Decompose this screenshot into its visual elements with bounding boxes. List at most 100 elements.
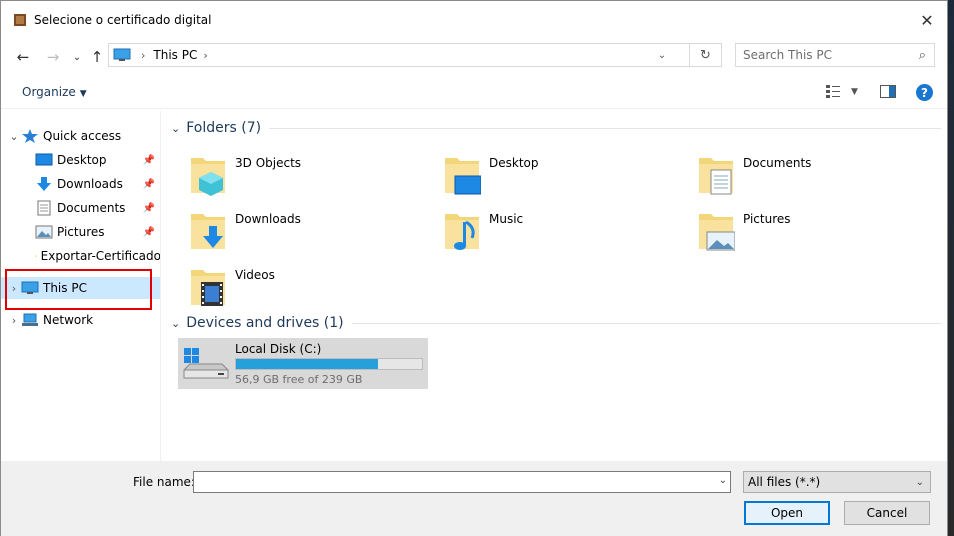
3d-objects-folder-icon — [191, 158, 225, 196]
pin-icon[interactable]: 📌 — [143, 203, 155, 214]
refresh-button[interactable]: ↻ — [689, 43, 721, 67]
folder-music[interactable]: Music — [417, 205, 657, 255]
drive-name: Local Disk (C:) — [235, 342, 322, 356]
desktop-folder-icon — [445, 158, 481, 195]
nav-item-label: Exportar-Certificado — [40, 249, 161, 263]
pin-icon[interactable]: 📌 — [143, 179, 155, 190]
network-icon — [22, 313, 38, 326]
pictures-folder-icon — [699, 214, 735, 251]
arrow-left-icon: ← — [16, 48, 30, 66]
videos-folder-icon — [191, 270, 225, 306]
search-placeholder: Search This PC — [743, 48, 832, 62]
nav-item-downloads[interactable]: Downloads 📌 — [1, 173, 160, 195]
folder-3d-objects[interactable]: 3D Objects — [163, 149, 403, 199]
downloads-folder-icon — [191, 214, 225, 249]
folder-desktop[interactable]: Desktop — [417, 149, 657, 199]
chevron-right-icon: › — [203, 48, 208, 62]
nav-network-label: Network — [43, 313, 94, 327]
music-folder-icon — [445, 214, 479, 250]
nav-item-label: Pictures — [57, 225, 105, 239]
folder-icon — [35, 255, 37, 257]
help-button[interactable]: ? — [916, 84, 933, 101]
view-options-button[interactable]: ▼ — [851, 87, 858, 97]
app-icon — [14, 14, 26, 26]
pin-icon[interactable]: 📌 — [143, 155, 155, 166]
back-button[interactable]: ← — [12, 46, 34, 68]
chevron-down-icon[interactable]: ⌄ — [719, 475, 727, 486]
folder-downloads[interactable]: Downloads — [163, 205, 403, 255]
arrow-right-icon: → — [46, 48, 60, 66]
chevron-expanded-icon: ⌄ — [171, 316, 181, 330]
help-icon: ? — [921, 85, 928, 100]
close-icon: ✕ — [920, 10, 934, 30]
folder-name: Music — [489, 212, 524, 226]
folders-group-header[interactable]: ⌄ Folders (7) — [171, 120, 941, 136]
folder-name: Videos — [235, 268, 275, 282]
chevron-right-icon: › — [141, 48, 146, 62]
nav-item-pictures[interactable]: Pictures 📌 — [1, 221, 160, 243]
drive-usage-bar — [235, 358, 423, 370]
close-button[interactable]: ✕ — [915, 10, 939, 30]
star-icon — [22, 129, 38, 143]
divider — [351, 322, 941, 324]
nav-item-desktop[interactable]: Desktop 📌 — [1, 149, 160, 171]
folder-name: Downloads — [235, 212, 301, 226]
download-arrow-icon — [37, 177, 51, 191]
folder-name: Documents — [743, 156, 812, 170]
nav-item-exportar-certificado[interactable]: Exportar-Certificado — [1, 245, 161, 267]
address-bar[interactable]: › This PC › ⌄ ↻ — [108, 43, 722, 67]
hard-drive-icon — [183, 348, 229, 379]
picture-icon — [35, 225, 53, 239]
content-pane: ⌄ Folders (7) 3D Objects Desktop Documen… — [163, 111, 949, 461]
folders-group-title: Folders (7) — [186, 120, 262, 136]
caret-down-icon: ▼ — [79, 89, 87, 99]
up-button[interactable]: ↑ — [86, 46, 108, 68]
divider — [269, 127, 941, 129]
drive-local-disk-c[interactable]: Local Disk (C:) 56,9 GB free of 239 GB — [178, 338, 428, 389]
recent-locations-button[interactable]: ⌄ — [66, 46, 88, 68]
documents-folder-icon — [699, 158, 733, 195]
red-highlight-box — [5, 269, 152, 310]
file-type-value: All files (*.*) — [748, 475, 821, 489]
breadcrumb-this-pc[interactable]: This PC — [153, 48, 197, 62]
bottom-panel: File name: ⌄ All files (*.*) ⌄ Open Canc… — [1, 461, 947, 536]
preview-pane-icon — [880, 85, 896, 98]
search-box[interactable]: Search This PC ⌕ — [735, 43, 935, 67]
file-type-select[interactable]: All files (*.*) ⌄ — [743, 471, 931, 493]
folder-name: Pictures — [743, 212, 791, 226]
organize-button[interactable]: Organize ▼ — [22, 85, 87, 99]
drives-group-header[interactable]: ⌄ Devices and drives (1) — [171, 315, 941, 331]
refresh-icon: ↻ — [700, 47, 711, 63]
open-file-dialog: Selecione o certificado digital ✕ ← → ⌄ … — [0, 0, 948, 536]
chevron-down-icon: ⌄ — [72, 51, 82, 63]
nav-item-documents[interactable]: Documents 📌 — [1, 197, 160, 219]
preview-pane-button[interactable] — [880, 85, 896, 101]
chevron-down-icon: ⌄ — [915, 476, 924, 488]
window-title: Selecione o certificado digital — [34, 13, 212, 27]
folder-documents[interactable]: Documents — [671, 149, 911, 199]
search-icon: ⌕ — [918, 47, 926, 63]
folder-pictures[interactable]: Pictures — [671, 205, 911, 255]
file-name-input[interactable]: ⌄ — [193, 471, 731, 493]
navigation-bar: ← → ⌄ ↑ › This PC › ⌄ ↻ Search This PC ⌕ — [1, 39, 947, 75]
open-button[interactable]: Open — [744, 501, 830, 525]
view-details-icon — [826, 85, 840, 98]
nav-quick-access-label: Quick access — [43, 129, 122, 143]
address-dropdown-icon[interactable]: ⌄ — [653, 46, 671, 64]
forward-button[interactable]: → — [42, 46, 64, 68]
change-view-button[interactable] — [826, 85, 840, 101]
folder-name: Desktop — [489, 156, 539, 170]
cancel-button[interactable]: Cancel — [844, 501, 930, 525]
nav-network[interactable]: › Network — [1, 309, 160, 331]
file-name-label: File name: — [133, 475, 195, 489]
nav-item-label: Documents — [57, 201, 126, 215]
caret-down-icon: ▼ — [851, 87, 858, 97]
pin-icon[interactable]: 📌 — [143, 227, 155, 238]
chevron-expanded-icon: ⌄ — [9, 129, 19, 143]
desktop-icon — [35, 153, 53, 166]
drives-group-title: Devices and drives (1) — [186, 315, 344, 331]
this-pc-icon — [113, 48, 131, 61]
drive-free-space: 56,9 GB free of 239 GB — [235, 373, 363, 386]
nav-quick-access[interactable]: ⌄ Quick access — [1, 125, 160, 147]
folder-videos[interactable]: Videos — [163, 261, 403, 311]
